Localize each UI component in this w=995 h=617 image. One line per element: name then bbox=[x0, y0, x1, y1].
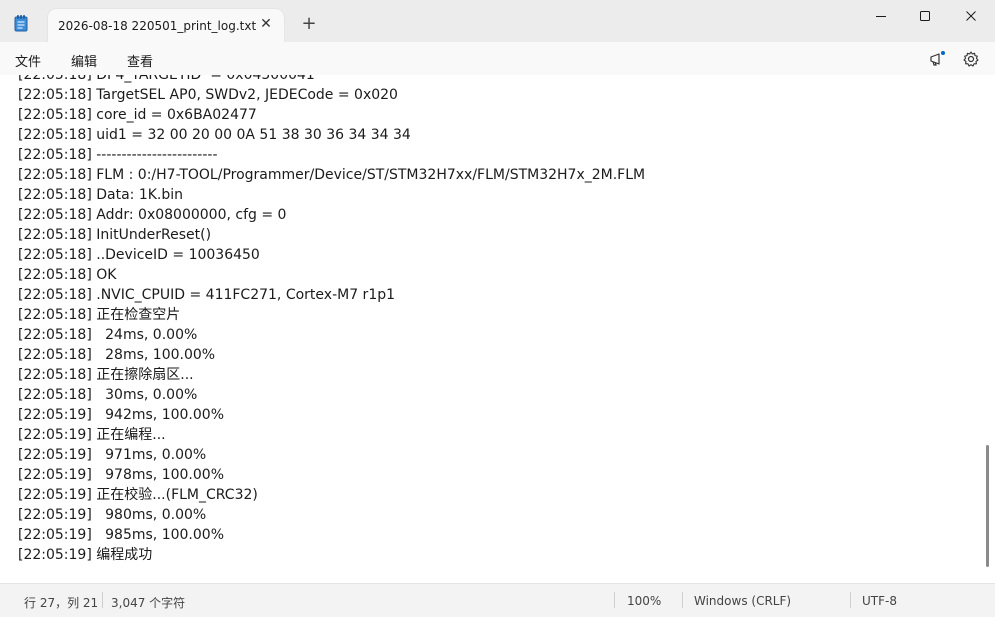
status-divider bbox=[102, 592, 103, 608]
editor-line: [22:05:19] 978ms, 100.00% bbox=[18, 467, 224, 483]
minimize-button[interactable] bbox=[858, 0, 904, 32]
menu-view[interactable]: 查看 bbox=[127, 51, 153, 70]
editor-line: [22:05:19] 985ms, 100.00% bbox=[18, 527, 224, 543]
editor-line: [22:05:18] core_id = 0x6BA02477 bbox=[18, 107, 257, 123]
editor-line: [22:05:19] 971ms, 0.00% bbox=[18, 447, 207, 463]
editor-line: [22:05:18] ..DeviceID = 10036450 bbox=[18, 247, 260, 263]
minimize-icon bbox=[876, 16, 886, 17]
notepad-icon bbox=[14, 15, 28, 32]
editor-line: [22:05:18] Data: 1K.bin bbox=[18, 187, 184, 203]
status-divider bbox=[682, 592, 683, 608]
editor-line: [22:05:18] 24ms, 0.00% bbox=[18, 327, 198, 343]
tab-title: 2026-08-18 220501_print_log.txt bbox=[58, 19, 257, 33]
editor-line: [22:05:18] FLM : 0:/H7-TOOL/Programmer/D… bbox=[18, 167, 646, 183]
editor-line: [22:05:18] uid1 = 32 00 20 00 0A 51 38 3… bbox=[18, 127, 411, 143]
editor-line: [22:05:19] 942ms, 100.00% bbox=[18, 407, 224, 423]
editor-line: [22:05:19] 980ms, 0.00% bbox=[18, 507, 207, 523]
scrollbar-thumb[interactable] bbox=[986, 445, 989, 567]
editor-line: [22:05:18] 30ms, 0.00% bbox=[18, 387, 198, 403]
close-window-button[interactable] bbox=[948, 0, 994, 32]
menu-file[interactable]: 文件 bbox=[15, 51, 41, 70]
editor-line: [22:05:18] 正在检查空片 bbox=[18, 307, 181, 323]
editor-line: [22:05:18] OK bbox=[18, 267, 117, 283]
editor-line: [22:05:18] .NVIC_CPUID = 411FC271, Corte… bbox=[18, 287, 396, 303]
line-ending[interactable]: Windows (CRLF) bbox=[694, 594, 791, 608]
menu-bar: 文件 编辑 查看 bbox=[0, 42, 995, 75]
editor-line: [22:05:18] InitUnderReset() bbox=[18, 227, 212, 243]
zoom-level[interactable]: 100% bbox=[627, 594, 661, 608]
editor-line: [22:05:18] 28ms, 100.00% bbox=[18, 347, 216, 363]
menu-edit[interactable]: 编辑 bbox=[71, 51, 97, 70]
close-icon[interactable]: ✕ bbox=[258, 16, 274, 32]
text-editor[interactable]: [22:05:18] DP4_TARGETID = 0x04500041 [22:… bbox=[0, 75, 995, 583]
editor-line: [22:05:18] 正在擦除扇区... bbox=[18, 367, 194, 383]
editor-line: [22:05:19] 编程成功 bbox=[18, 547, 153, 563]
editor-lines: [22:05:18] DP4_TARGETID = 0x04500041 [22:… bbox=[18, 75, 645, 565]
cursor-position[interactable]: 行 27，列 21 bbox=[24, 594, 98, 611]
status-bar: 行 27，列 21 3,047 个字符 100% Windows (CRLF) … bbox=[0, 583, 995, 617]
editor-line: [22:05:18] TargetSEL AP0, SWDv2, JEDECod… bbox=[18, 87, 398, 103]
encoding[interactable]: UTF-8 bbox=[862, 594, 897, 608]
editor-line: [22:05:19] 正在编程... bbox=[18, 427, 166, 443]
status-divider bbox=[850, 592, 851, 608]
editor-line: [22:05:18] Addr: 0x08000000, cfg = 0 bbox=[18, 207, 287, 223]
maximize-button[interactable] bbox=[902, 0, 948, 32]
tab-print-log[interactable]: 2026-08-18 220501_print_log.txt ✕ bbox=[48, 9, 284, 42]
status-divider bbox=[614, 592, 615, 608]
character-count: 3,047 个字符 bbox=[111, 596, 186, 610]
close-window-icon bbox=[966, 11, 976, 21]
maximize-icon bbox=[920, 11, 930, 21]
editor-line: [22:05:18] DP4_TARGETID = 0x04500041 bbox=[18, 75, 315, 83]
editor-line: [22:05:19] 正在校验...(FLM_CRC32) bbox=[18, 487, 258, 503]
new-tab-button[interactable]: + bbox=[300, 15, 318, 33]
feedback-megaphone-icon[interactable] bbox=[927, 49, 947, 69]
title-bar: 2026-08-18 220501_print_log.txt ✕ + bbox=[0, 0, 995, 42]
editor-line: [22:05:18] ------------------------ bbox=[18, 147, 218, 163]
settings-gear-icon[interactable] bbox=[961, 49, 981, 69]
